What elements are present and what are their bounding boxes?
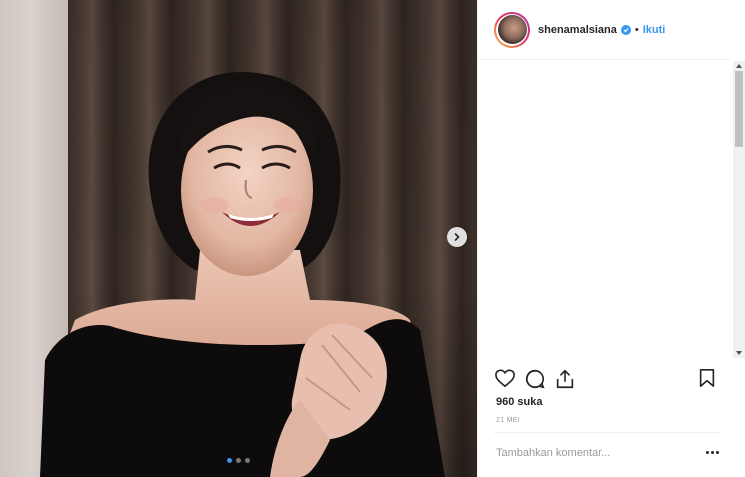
- carousel-dot: [227, 458, 232, 463]
- chevron-right-icon: [454, 233, 460, 241]
- more-options-icon[interactable]: [706, 449, 720, 455]
- comments-scrollbar[interactable]: [733, 61, 745, 358]
- header-separator: •: [634, 23, 639, 36]
- comments-list[interactable]: [478, 61, 734, 358]
- add-comment-bar: [494, 432, 720, 477]
- carousel-indicator: [0, 458, 477, 463]
- follow-button[interactable]: Ikuti: [643, 24, 666, 36]
- speech-bubble-icon[interactable]: [524, 368, 546, 395]
- share-icon[interactable]: [554, 368, 576, 395]
- carousel-next-button[interactable]: [447, 227, 467, 247]
- comment-input[interactable]: [496, 447, 676, 459]
- post-viewer: shenamalsiana • Ikuti 960 suka 21 MEI Ta…: [0, 0, 745, 477]
- avatar[interactable]: [494, 11, 530, 48]
- carousel-dot: [245, 458, 250, 463]
- scroll-up-arrow-icon[interactable]: [733, 61, 745, 71]
- avatar-image: [497, 15, 527, 44]
- bookmark-icon[interactable]: [698, 368, 716, 393]
- likes-count[interactable]: 960 suka: [496, 396, 542, 408]
- heart-icon[interactable]: [494, 368, 516, 393]
- scroll-down-arrow-icon[interactable]: [733, 348, 745, 358]
- verified-badge-icon: [620, 24, 631, 35]
- username-link[interactable]: shenamalsiana: [538, 24, 617, 36]
- post-media[interactable]: [0, 0, 477, 477]
- scrollbar-thumb[interactable]: [735, 71, 743, 147]
- post-header: shenamalsiana • Ikuti: [478, 0, 727, 60]
- post-date[interactable]: 21 MEI: [496, 417, 520, 424]
- post-photo: [40, 71, 445, 477]
- carousel-dot: [236, 458, 241, 463]
- post-info-panel: shenamalsiana • Ikuti 960 suka 21 MEI Ta…: [477, 0, 745, 477]
- post-actions: [494, 368, 718, 392]
